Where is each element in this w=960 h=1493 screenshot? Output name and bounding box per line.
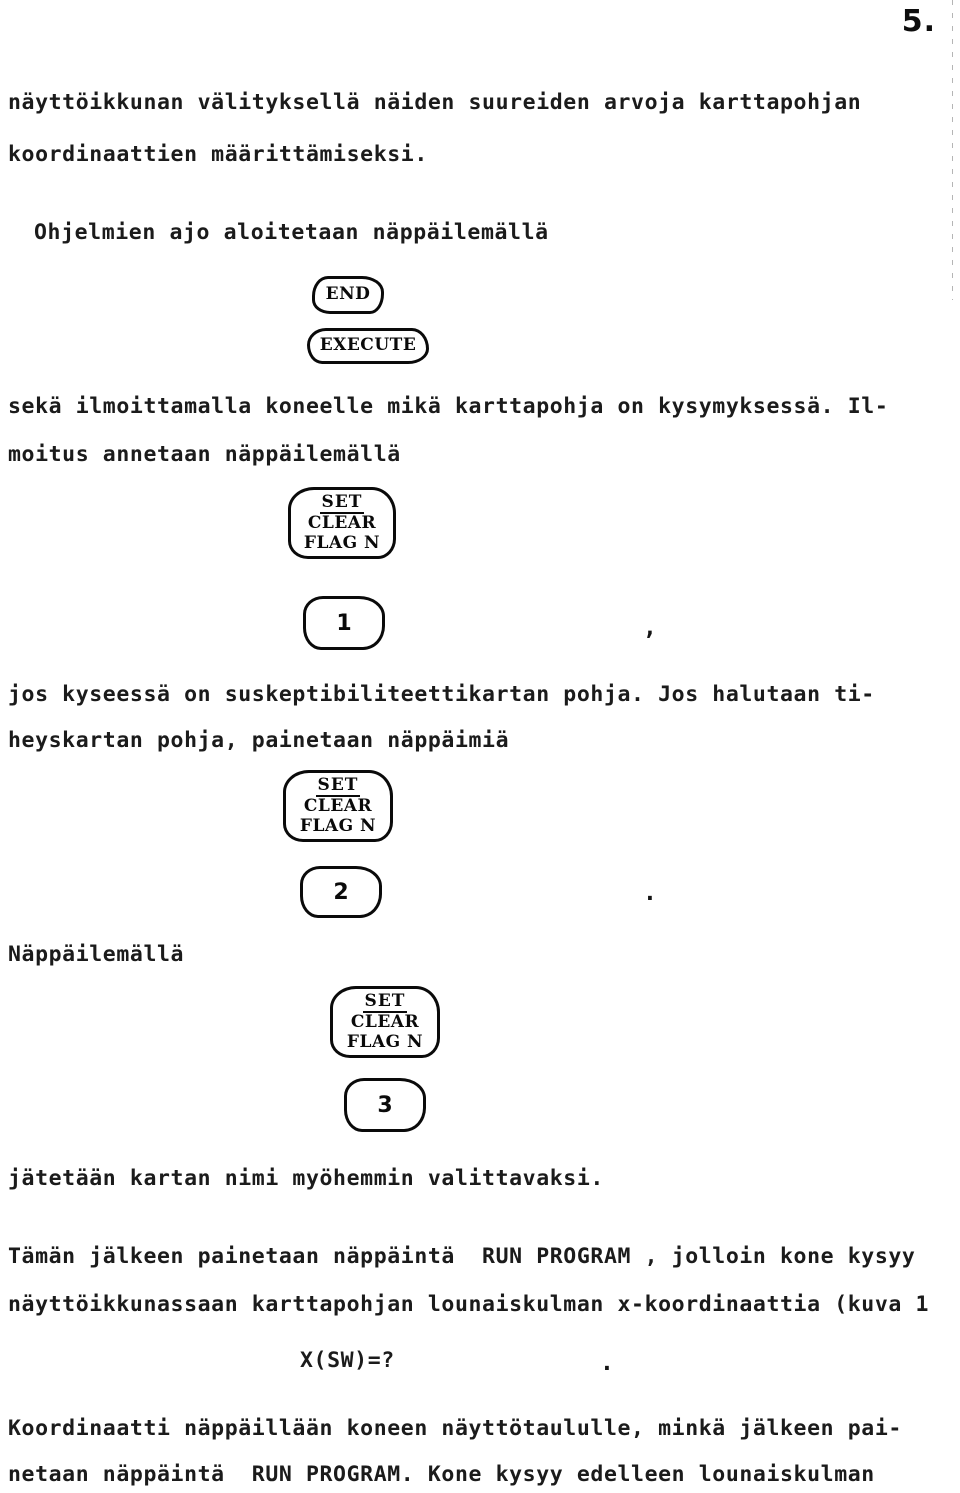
key-set-clear-flag-n[interactable]: SET CLEAR FLAG N — [283, 770, 393, 842]
key-digit-3[interactable]: 3 — [344, 1078, 426, 1132]
key-digit-1-label: 1 — [336, 610, 352, 636]
key-flag-line: FLAG N — [299, 815, 377, 836]
key-set-clear-flag-n[interactable]: SET CLEAR FLAG N — [288, 487, 396, 559]
key-flag-denominator: CLEAR — [350, 1011, 420, 1032]
key-execute[interactable]: EXECUTE — [307, 328, 429, 364]
key-digit-2-label: 2 — [333, 879, 349, 905]
key-digit-2[interactable]: 2 — [300, 866, 382, 918]
key-fraction: SET CLEAR — [350, 990, 420, 1032]
text-line: Tämän jälkeen painetaan näppäintä RUN PR… — [8, 1244, 916, 1269]
floating-comma: , — [643, 615, 657, 641]
floating-period: . — [600, 1350, 614, 1376]
text-line: netaan näppäintä RUN PROGRAM. Kone kysyy… — [8, 1462, 875, 1487]
key-flag-line: FLAG N — [346, 1031, 424, 1052]
text-line: näyttöikkunan välityksellä näiden suurei… — [8, 90, 862, 115]
key-flag-numerator: SET — [362, 990, 408, 1013]
text-line: koordinaattien määrittämiseksi. — [8, 142, 428, 167]
text-line: jos kyseessä on suskeptibiliteettikartan… — [8, 682, 875, 707]
text-line: moitus annetaan näppäilemällä — [8, 442, 401, 467]
key-set-clear-flag-n[interactable]: SET CLEAR FLAG N — [330, 986, 440, 1058]
text-line: näyttöikkunassaan karttapohjan lounaisku… — [8, 1292, 929, 1317]
key-flag-line: FLAG N — [303, 532, 381, 553]
text-line: Koordinaatti näppäillään koneen näyttöta… — [8, 1416, 902, 1441]
text-line: Näppäilemällä — [8, 942, 185, 967]
key-execute-label: EXECUTE — [319, 335, 417, 356]
key-flag-numerator: SET — [315, 774, 361, 797]
key-digit-3-label: 3 — [377, 1092, 393, 1118]
key-end-label: END — [325, 284, 371, 305]
key-fraction: SET CLEAR — [307, 491, 377, 533]
key-end[interactable]: END — [312, 276, 384, 314]
scanned-document-page: 5. näyttöikkunan välityksellä näiden suu… — [0, 0, 960, 1493]
key-fraction: SET CLEAR — [303, 774, 373, 816]
key-flag-denominator: CLEAR — [307, 512, 377, 533]
machine-prompt: X(SW)=? — [300, 1348, 395, 1373]
key-flag-numerator: SET — [319, 491, 365, 514]
scan-edge-artifact — [952, 0, 953, 300]
key-flag-denominator: CLEAR — [303, 795, 373, 816]
text-line: Ohjelmien ajo aloitetaan näppäilemällä — [34, 220, 549, 245]
text-line: sekä ilmoittamalla koneelle mikä karttap… — [8, 394, 889, 419]
page-number: 5. — [901, 4, 936, 39]
key-digit-1[interactable]: 1 — [303, 596, 385, 650]
text-line: jätetään kartan nimi myöhemmin valittava… — [8, 1166, 604, 1191]
text-line: heyskartan pohja, painetaan näppäimiä — [8, 728, 510, 753]
floating-period: . — [643, 880, 657, 906]
